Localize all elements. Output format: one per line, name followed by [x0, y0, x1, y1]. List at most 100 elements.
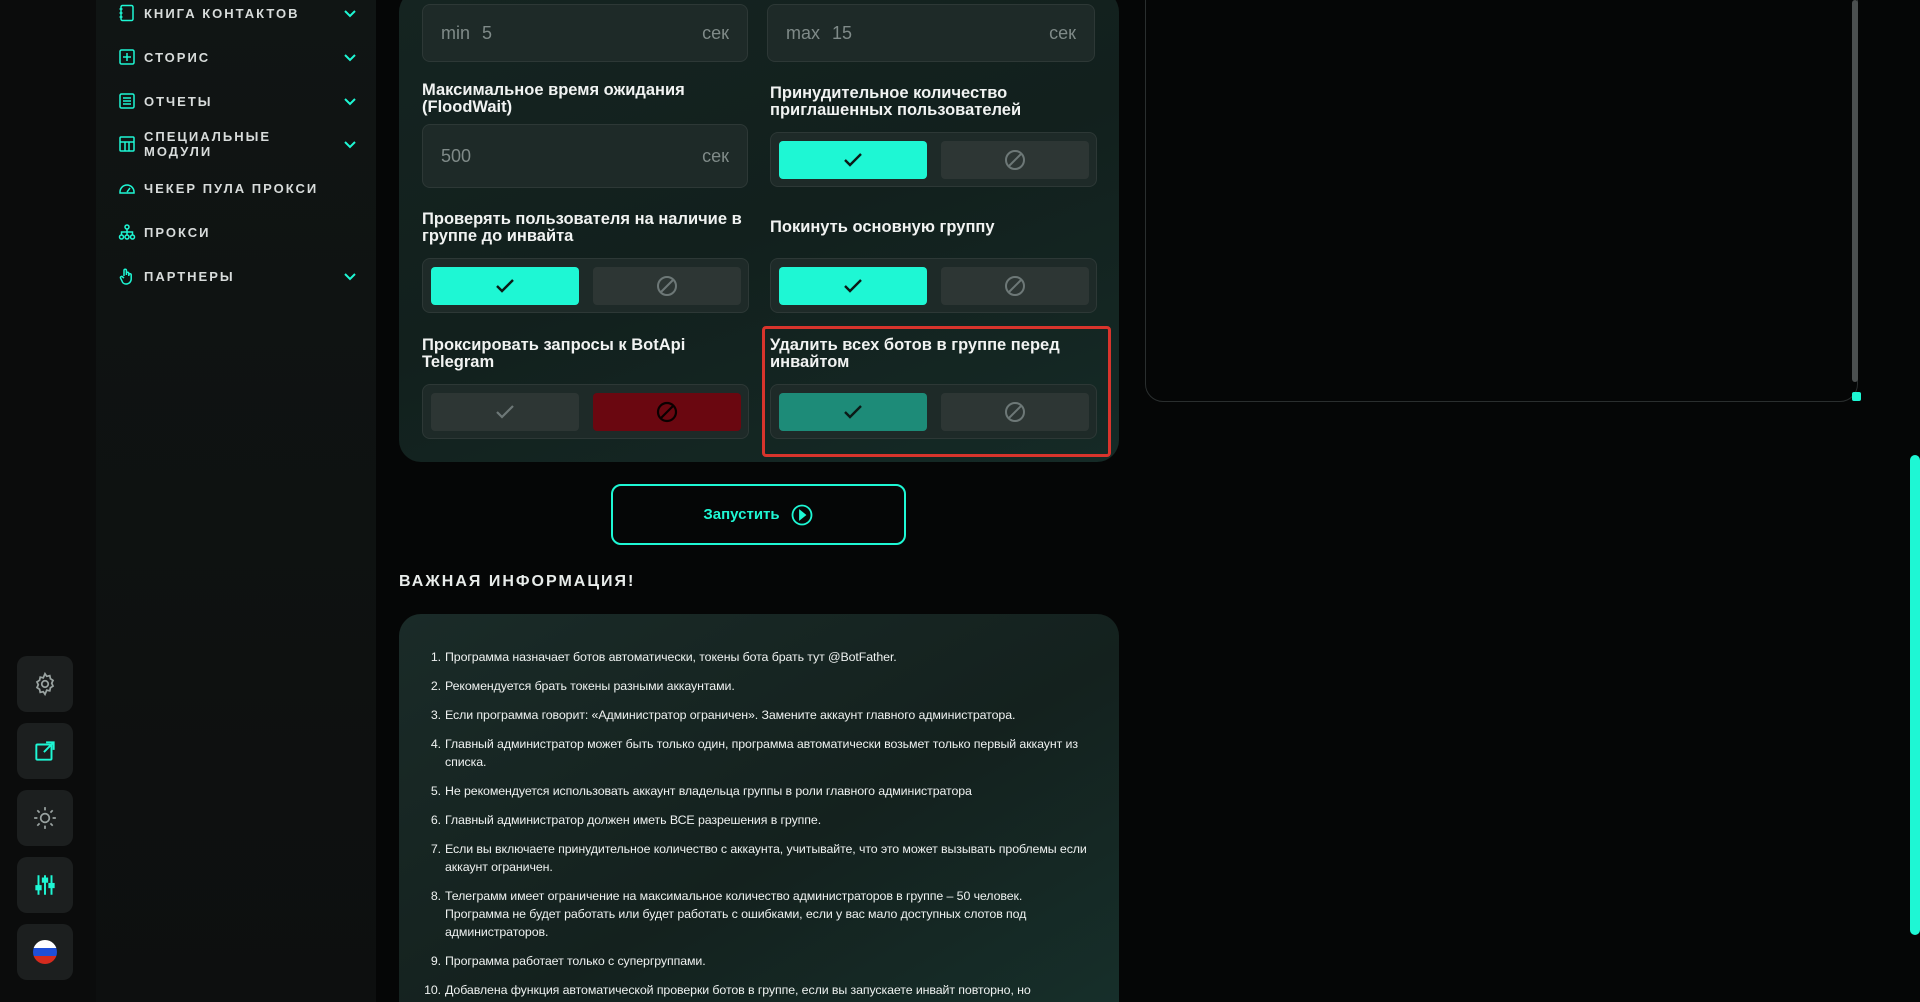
sidebar-item-label: Чекер пула прокси — [144, 180, 319, 196]
proxy-botapi-toggle — [422, 384, 749, 439]
forced-count-yes-button[interactable] — [779, 141, 927, 179]
log-scrollbar[interactable] — [1852, 0, 1858, 382]
proxy-botapi-yes-button[interactable] — [431, 393, 579, 431]
list-item: 7. Если вы включаете принудительное колич… — [423, 840, 1089, 876]
check-user-no-button[interactable] — [593, 267, 741, 305]
check-icon — [496, 405, 514, 419]
flag-ru-icon — [33, 940, 57, 964]
info-list: 1. Программа назначает ботов автоматическ… — [423, 648, 1089, 999]
sliders-icon — [35, 875, 55, 895]
settings-button[interactable] — [17, 656, 73, 712]
left-rail — [0, 0, 96, 1002]
highlight-box — [762, 326, 1111, 457]
delay-min-input[interactable]: min 5 сек — [422, 4, 748, 62]
network-icon — [118, 224, 136, 240]
leave-group-label: Покинуть основную группу — [770, 218, 995, 236]
list-item: 9. Программа работает только с супергрупп… — [423, 952, 1089, 970]
info-item-text: Телеграмм имеет ограничение на максималь… — [445, 889, 1027, 939]
forced-count-label: Принудительное количество приглашенных п… — [770, 84, 1022, 119]
hand-icon — [119, 268, 132, 285]
leave-group-no-button[interactable] — [941, 267, 1089, 305]
check-user-toggle — [422, 258, 749, 313]
app-root: Книга контактов Сторис Отчеты Специальны… — [0, 0, 1920, 1002]
list-item: 10. Добавлена функция автоматической пров… — [423, 981, 1089, 999]
chevron-down-icon — [344, 141, 356, 149]
info-item-text: Программа работает только с супергруппам… — [445, 954, 706, 968]
speedometer-icon — [119, 184, 135, 194]
delay-max-prefix: max — [786, 22, 821, 43]
forced-count-no-button[interactable] — [941, 141, 1089, 179]
sidebar-item-contacts[interactable]: Книга контактов — [118, 2, 358, 24]
modules-icon — [119, 136, 135, 152]
play-circle-icon — [791, 504, 813, 525]
info-item-text: Главный администратор должен иметь ВСЕ р… — [445, 813, 822, 827]
sidebar-item-label: Отчеты — [144, 93, 213, 109]
chevron-down-icon — [344, 273, 356, 281]
info-title: ВАЖНАЯ ИНФОРМАЦИЯ! — [399, 573, 636, 590]
proxy-botapi-no-button[interactable] — [593, 393, 741, 431]
report-icon — [119, 93, 135, 109]
leave-group-toggle — [770, 258, 1097, 313]
check-icon — [496, 279, 514, 293]
sidebar: Книга контактов Сторис Отчеты Специальны… — [96, 0, 376, 1002]
forced-count-toggle — [770, 132, 1097, 187]
info-item-text: Программа назначает ботов автоматически,… — [445, 650, 897, 664]
log-output-panel[interactable] — [1145, 0, 1858, 402]
start-button-label: Запустить — [703, 506, 780, 523]
resize-handle[interactable] — [1852, 392, 1861, 401]
delay-max-input[interactable]: max 15 сек — [767, 4, 1095, 62]
list-item: 2. Рекомендуется брать токены разными акк… — [423, 677, 1089, 695]
block-icon — [657, 276, 677, 296]
start-button[interactable]: Запустить — [611, 484, 906, 545]
chevron-down-icon — [344, 10, 356, 18]
external-link-button[interactable] — [17, 723, 73, 779]
list-item: 4. Главный администратор может быть тольк… — [423, 735, 1089, 771]
sidebar-item-label: Прокси — [144, 224, 211, 240]
delay-min-unit: сек — [702, 22, 729, 43]
info-item-text: Если программа говорит: «Администратор о… — [445, 708, 1016, 722]
floodwait-value: 500 — [441, 145, 472, 166]
info-panel: 1. Программа назначает ботов автоматическ… — [399, 614, 1119, 1002]
list-item: 8. Телеграмм имеет ограничение на максима… — [423, 887, 1089, 941]
sliders-button[interactable] — [17, 857, 73, 913]
contacts-book-icon — [119, 4, 134, 22]
chevron-down-icon — [344, 98, 356, 106]
info-item-text: Рекомендуется брать токены разными аккау… — [445, 679, 735, 693]
list-item: 3. Если программа говорит: «Администратор… — [423, 706, 1089, 724]
gear-icon — [35, 671, 55, 697]
block-icon — [1005, 276, 1025, 296]
proxy-botapi-label: Проксировать запросы к BotApi Telegram — [422, 336, 686, 371]
language-button[interactable] — [17, 924, 73, 980]
sidebar-item-proxy-checker[interactable]: Чекер пула прокси — [118, 177, 358, 199]
floodwait-input[interactable]: 500 сек — [422, 124, 748, 188]
sidebar-item-stories[interactable]: Сторис — [118, 46, 358, 68]
sidebar-item-label: Книга контактов — [144, 5, 300, 21]
sidebar-item-reports[interactable]: Отчеты — [118, 90, 358, 112]
sidebar-item-proxy[interactable]: Прокси — [118, 221, 358, 243]
info-item-text: Если вы включаете принудительное количес… — [445, 842, 1087, 874]
floodwait-unit: сек — [702, 145, 729, 166]
sidebar-item-label: Сторис — [144, 49, 211, 65]
theme-toggle-button[interactable] — [17, 790, 73, 846]
check-icon — [844, 153, 862, 167]
sidebar-item-partners[interactable]: Партнеры — [118, 265, 358, 287]
block-icon — [1005, 150, 1025, 170]
chevron-down-icon — [344, 54, 356, 62]
list-item: 5. Не рекомендуется использовать аккаунт … — [423, 782, 1089, 800]
list-item: 1. Программа назначает ботов автоматическ… — [423, 648, 1089, 666]
check-user-label: Проверять пользователя на наличие в груп… — [422, 210, 742, 245]
sidebar-item-special-modules[interactable]: Специальные модули — [118, 129, 358, 159]
list-item: 6. Главный администратор должен иметь ВСЕ… — [423, 811, 1089, 829]
floodwait-label: Максимальное время ожидания (FloodWait) — [422, 81, 685, 116]
check-icon — [844, 279, 862, 293]
info-item-text: Не рекомендуется использовать аккаунт вл… — [445, 784, 972, 798]
leave-group-yes-button[interactable] — [779, 267, 927, 305]
external-link-icon — [35, 741, 55, 761]
check-user-yes-button[interactable] — [431, 267, 579, 305]
delay-max-unit: сек — [1049, 22, 1076, 43]
sidebar-item-label: Партнеры — [144, 268, 235, 284]
sidebar-item-label: Специальные модули — [144, 129, 272, 159]
page-scrollbar[interactable] — [1910, 455, 1920, 935]
plus-square-icon — [119, 49, 135, 65]
delay-min-value: 5 — [482, 22, 493, 43]
